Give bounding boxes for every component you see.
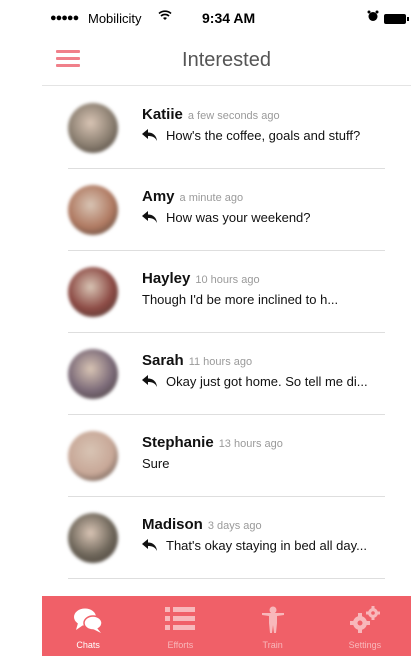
tab-label: Train <box>262 640 283 650</box>
tab-label: Settings <box>348 640 382 650</box>
avatar[interactable] <box>68 431 118 481</box>
chat-name-text: Hayley <box>142 270 191 287</box>
chat-message-text: Okay just got home. So tell me di... <box>166 374 368 389</box>
chat-timestamp: 13 hours ago <box>218 438 283 450</box>
chat-timestamp: 3 days ago <box>207 520 262 532</box>
carrier-name: Mobilicity <box>88 11 142 26</box>
chat-contact-name: Madison 3 days ago <box>142 516 262 533</box>
chat-last-message: How was your weekend? <box>142 210 392 225</box>
chat-message-text: How's the coffee, goals and stuff? <box>166 128 361 143</box>
tab-bar: Chats Efforts Train Settings <box>42 596 411 656</box>
header: Interested <box>42 38 411 86</box>
chat-contact-name: Amy a minute ago <box>142 188 243 205</box>
chat-list-item[interactable]: Madison 3 days ago That's okay staying in … <box>42 497 411 579</box>
reply-arrow-icon <box>142 539 158 551</box>
reply-arrow-icon <box>142 129 158 141</box>
avatar[interactable] <box>68 513 118 563</box>
status-bar: ●●●●● Mobilicity 9:34 AM <box>42 0 411 38</box>
tab-settings[interactable]: Settings <box>319 596 411 656</box>
chat-last-message: Though I'd be more inclined to h... <box>142 292 392 307</box>
chat-timestamp: a minute ago <box>179 192 244 204</box>
battery-icon <box>384 14 409 24</box>
tab-label: Efforts <box>167 640 194 650</box>
alarm-icon <box>367 10 379 25</box>
chat-list-item[interactable]: Sarah 11 hours ago Okay just got home. So … <box>42 333 411 415</box>
chat-list-item[interactable]: Amy a minute ago How was your weekend? <box>42 169 411 251</box>
chat-list[interactable]: Katiie a few seconds ago How's the coffee,… <box>42 87 411 596</box>
reply-arrow-icon <box>142 375 158 387</box>
tab-label: Chats <box>76 640 100 650</box>
page-title: Interested <box>182 49 271 71</box>
chat-last-message: Sure <box>142 456 392 471</box>
wifi-icon <box>158 9 172 24</box>
tab-chats[interactable]: Chats <box>42 596 134 656</box>
tab-efforts[interactable]: Efforts <box>134 596 226 656</box>
chat-name-text: Katiie <box>142 106 183 123</box>
chat-name-text: Stephanie <box>142 434 214 451</box>
chat-name-text: Sarah <box>142 352 184 369</box>
chat-message-text: Though I'd be more inclined to h... <box>142 292 339 307</box>
signal-strength-icon: ●●●●● <box>50 12 79 24</box>
chat-last-message: Okay just got home. So tell me di... <box>142 374 392 389</box>
chat-name-text: Amy <box>142 188 175 205</box>
status-time: 9:34 AM <box>202 10 256 26</box>
avatar[interactable] <box>68 103 118 153</box>
reply-arrow-icon <box>142 211 158 223</box>
avatar[interactable] <box>68 267 118 317</box>
chat-name-text: Madison <box>142 516 203 533</box>
chat-contact-name: Stephanie 13 hours ago <box>142 434 283 451</box>
avatar[interactable] <box>68 349 118 399</box>
chat-contact-name: Katiie a few seconds ago <box>142 106 280 123</box>
chat-list-item[interactable]: Hayley 10 hours ago Though I'd be more inc… <box>42 251 411 333</box>
chat-list-item[interactable]: Stephanie 13 hours ago Sure <box>42 415 411 497</box>
chat-last-message: That's okay staying in bed all day... <box>142 538 392 553</box>
chat-timestamp: 11 hours ago <box>188 356 253 368</box>
chat-message-text: How was your weekend? <box>166 210 311 225</box>
chat-message-text: That's okay staying in bed all day... <box>166 538 367 553</box>
chat-timestamp: a few seconds ago <box>187 110 280 122</box>
chat-contact-name: Sarah 11 hours ago <box>142 352 252 369</box>
chat-list-item[interactable]: Katiie a few seconds ago How's the coffee,… <box>42 87 411 169</box>
chat-last-message: How's the coffee, goals and stuff? <box>142 128 392 143</box>
avatar[interactable] <box>68 185 118 235</box>
chat-timestamp: 10 hours ago <box>195 274 260 286</box>
chat-message-text: Sure <box>142 456 170 471</box>
chat-contact-name: Hayley 10 hours ago <box>142 270 260 287</box>
tab-train[interactable]: Train <box>227 596 319 656</box>
